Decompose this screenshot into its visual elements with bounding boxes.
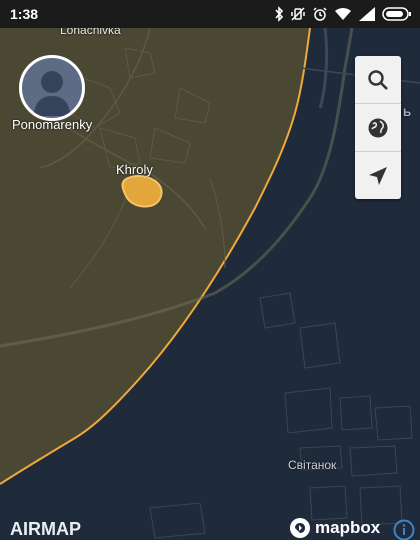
status-icons (274, 4, 412, 24)
signal-icon (358, 5, 376, 23)
avatar[interactable] (19, 55, 85, 121)
user-avatar-icon (34, 71, 70, 116)
map-controls (355, 56, 401, 199)
place-label-khroly: Khroly (116, 162, 153, 177)
status-time: 1:38 (10, 6, 39, 22)
locate-button[interactable] (355, 152, 401, 199)
navigation-arrow-icon (369, 166, 387, 185)
search-button[interactable] (355, 56, 401, 103)
wifi-icon (334, 5, 352, 23)
alarm-icon (312, 5, 328, 23)
bluetooth-icon (274, 5, 284, 23)
app-root: 1:38 Lonachivka Ponomarenky Khroly Світа… (0, 0, 420, 540)
place-label-svitanok: Світанок (288, 458, 337, 472)
mapbox-logo-icon (290, 518, 310, 538)
vibrate-icon (290, 5, 306, 23)
globe-button[interactable] (355, 104, 401, 151)
mapbox-text: mapbox (315, 518, 381, 537)
info-icon[interactable] (393, 519, 415, 540)
battery-icon (382, 5, 412, 23)
status-bar: 1:38 (0, 0, 420, 28)
airmap-logo: AIRMAP (10, 519, 81, 539)
globe-icon (368, 118, 388, 137)
search-icon (368, 69, 388, 90)
mapbox-attribution[interactable]: mapbox (289, 517, 380, 539)
